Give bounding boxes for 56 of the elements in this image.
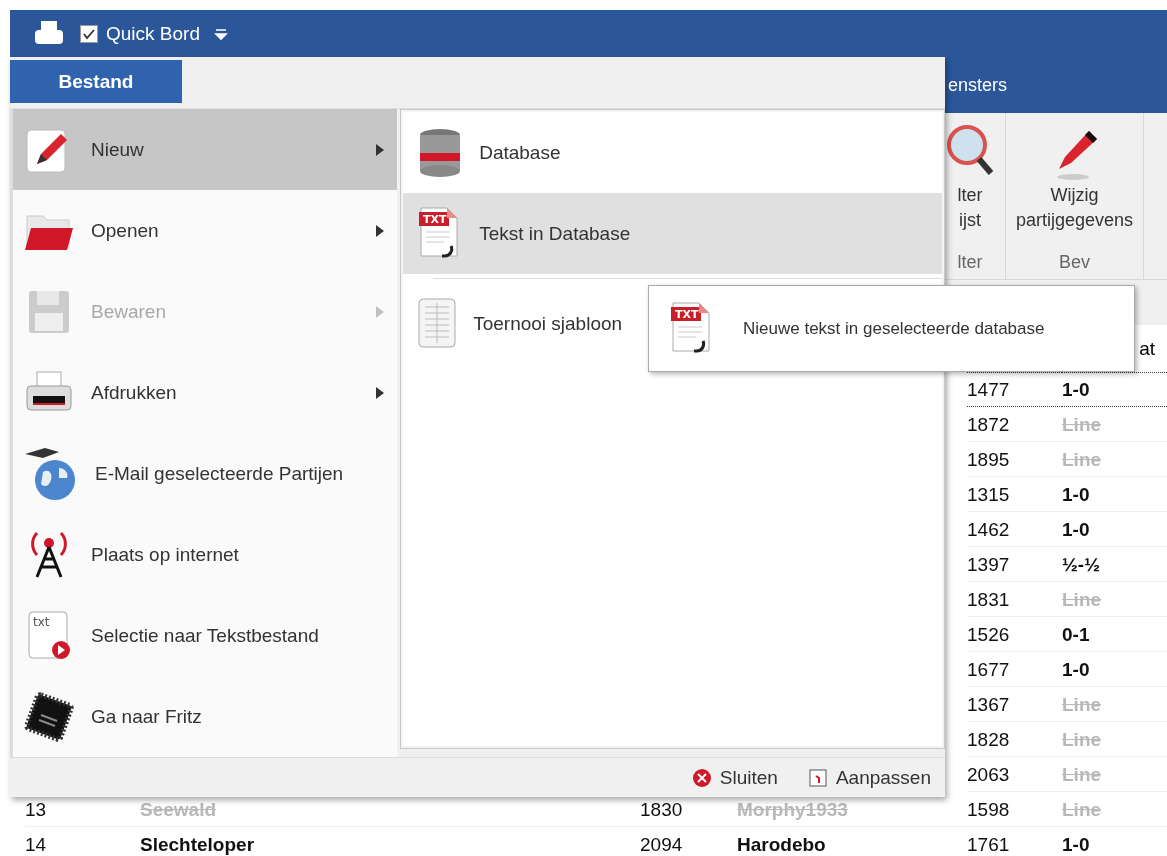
submenu-item[interactable]: Database xyxy=(403,112,942,194)
submenu-arrow-icon xyxy=(375,304,386,319)
submenu-item[interactable]: TXT Tekst in Database xyxy=(403,193,942,275)
table-cell: 1872 xyxy=(967,407,1062,442)
table-cell: 1-0 xyxy=(1062,652,1167,687)
table-cell: 1-0 xyxy=(1062,827,1167,856)
group-label: lter xyxy=(957,252,983,273)
table-cell: 1677 xyxy=(967,652,1062,687)
submenu-arrow-icon xyxy=(375,142,386,157)
table-cell: 0-1 xyxy=(1062,617,1167,652)
table-cell: 1895 xyxy=(967,442,1062,477)
submenu-arrow-icon xyxy=(375,385,386,400)
table-cell: 1761 xyxy=(967,827,1062,856)
table-cell: 1462 xyxy=(967,512,1062,547)
customize-button[interactable]: Aanpassen xyxy=(805,764,933,791)
menu-item[interactable]: Afdrukken xyxy=(13,352,398,434)
checkbox-label: Quick Bord xyxy=(106,22,200,45)
menu-item[interactable]: Plaats op internet xyxy=(13,514,398,596)
table-cell: ½-½ xyxy=(1062,547,1167,582)
menu-item[interactable]: E-Mail geselecteerde Partijen xyxy=(13,433,398,515)
table-cell: 1598 xyxy=(967,792,1062,827)
file-tab[interactable]: Bestand xyxy=(10,60,182,104)
table-cell: Harodebo xyxy=(737,827,967,856)
table-cell: 1-0 xyxy=(1062,512,1167,547)
table-cell: Line xyxy=(1062,792,1167,827)
ribbon-tab[interactable]: ensters xyxy=(948,74,1008,96)
tooltip: TXT Nieuwe tekst in geselecteerde database xyxy=(648,285,1135,372)
table-cell: 2063 xyxy=(967,757,1062,792)
checkbox[interactable] xyxy=(80,24,98,43)
ribbon-button[interactable]: Wijzig partijgegevens xyxy=(1016,121,1134,252)
close-icon xyxy=(691,767,712,788)
table-cell: Line xyxy=(1062,757,1167,792)
table-cell: 1831 xyxy=(967,582,1062,617)
table-cell: 2094 xyxy=(640,827,737,856)
table-cell: 1315 xyxy=(967,477,1062,512)
close-button[interactable]: Sluiten xyxy=(689,764,780,791)
table-cell: 1367 xyxy=(967,687,1062,722)
ribbon-button[interactable]: lter ijst xyxy=(945,121,995,252)
table-cell: Line xyxy=(1062,442,1167,477)
table-cell: Line xyxy=(1062,582,1167,617)
document-icon xyxy=(807,767,828,788)
submenu-arrow-icon xyxy=(375,223,386,238)
group-label: Bev xyxy=(1059,252,1091,273)
table-cell: 1828 xyxy=(967,722,1062,757)
table-cell: 1397 xyxy=(967,547,1062,582)
menu-item[interactable]: Ga naar Fritz xyxy=(13,676,398,758)
menu-item[interactable]: txt Selectie naar Tekstbestand xyxy=(13,595,398,677)
table-cell: Line xyxy=(1062,687,1167,722)
table-cell: 1-0 xyxy=(1062,477,1167,512)
table-cell: Line xyxy=(1062,722,1167,757)
table-cell: 14 xyxy=(25,827,140,856)
menu-item[interactable]: Nieuw xyxy=(13,109,398,191)
menu-item[interactable]: Openen xyxy=(13,190,398,272)
table-cell: 1526 xyxy=(967,617,1062,652)
table-cell: Line xyxy=(1062,407,1167,442)
table-cell: Slechteloper xyxy=(140,827,640,856)
